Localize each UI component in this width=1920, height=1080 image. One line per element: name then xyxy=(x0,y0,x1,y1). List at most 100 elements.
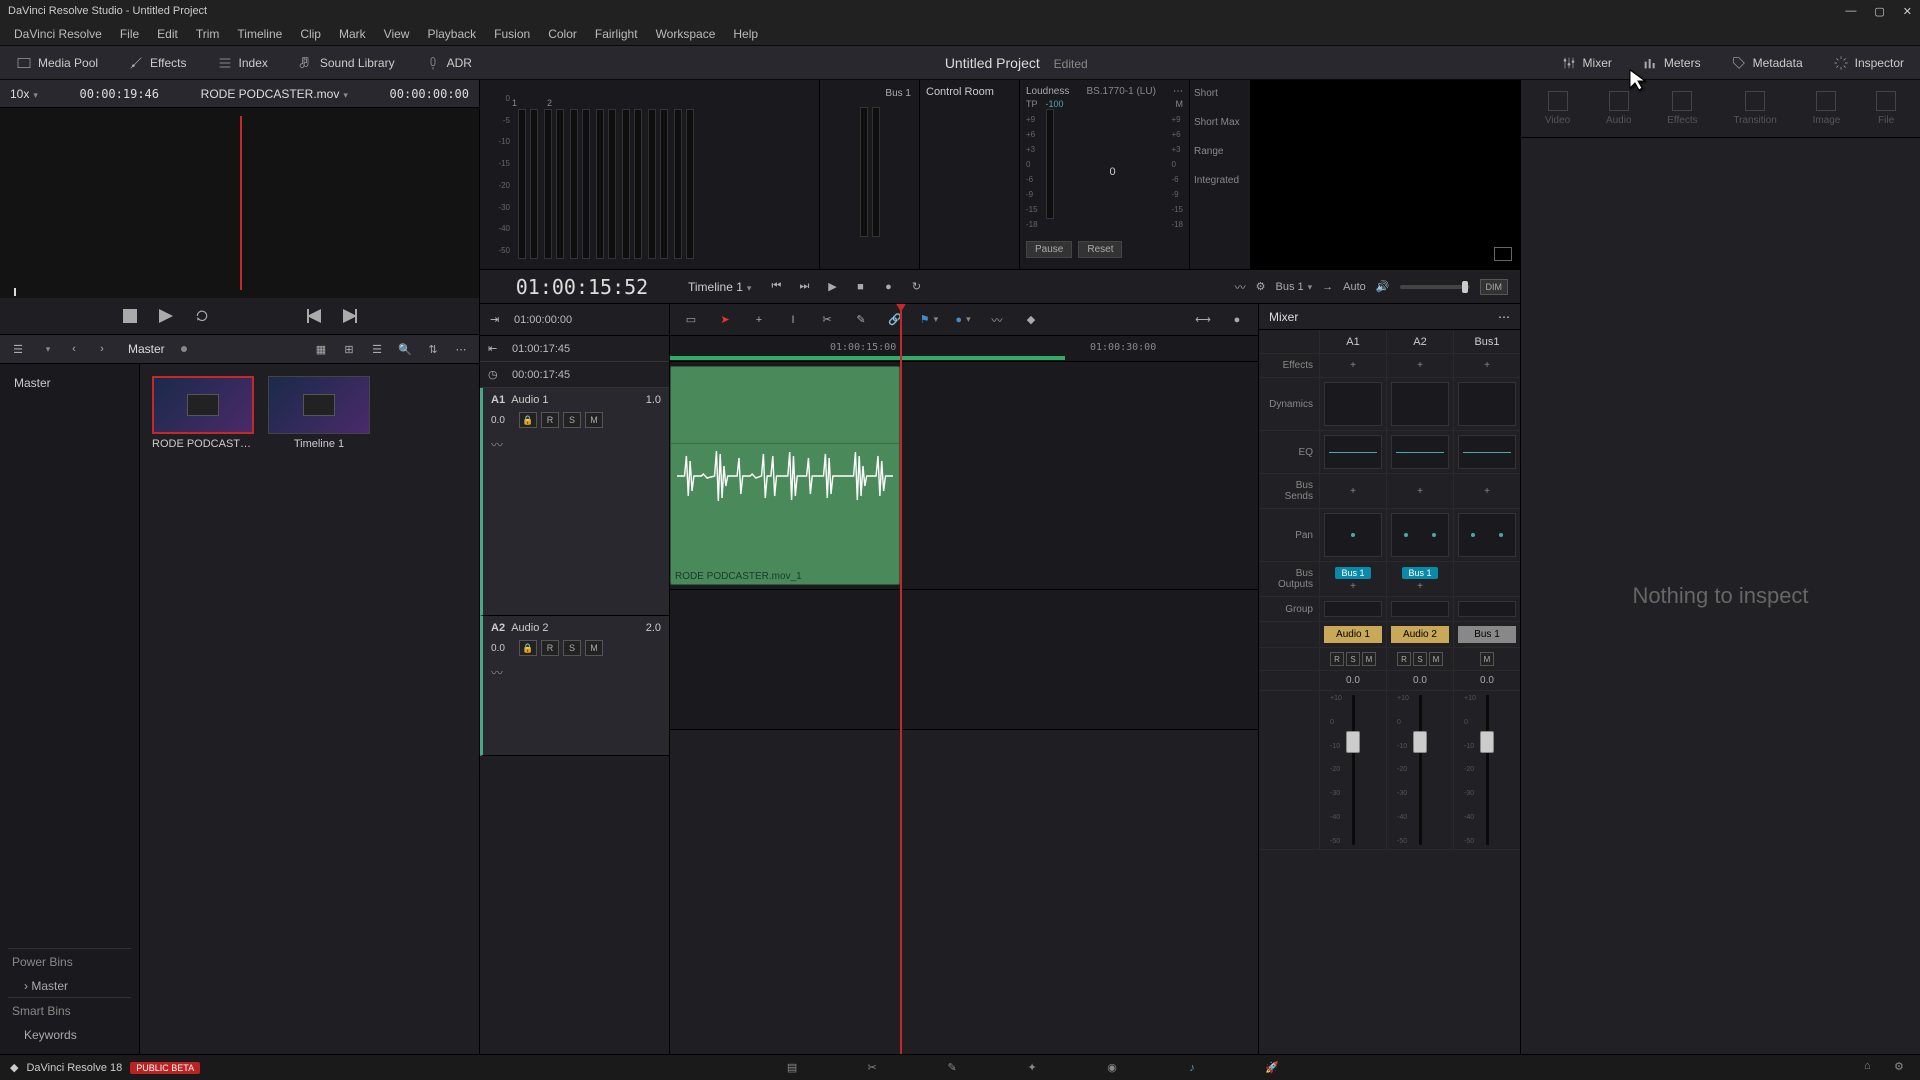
add-bus-button[interactable]: + xyxy=(1350,581,1356,592)
settings-icon[interactable]: ⚙ xyxy=(1894,1060,1910,1076)
add-send-button[interactable]: + xyxy=(1417,486,1423,497)
speaker-icon[interactable]: 🔊 xyxy=(1376,280,1390,293)
inspector-tab-effects[interactable]: Effects xyxy=(1667,91,1697,126)
fader-gain[interactable]: 0.0 xyxy=(1386,671,1453,691)
menu-item[interactable]: DaVinci Resolve xyxy=(6,24,110,44)
mute-button[interactable]: M xyxy=(1480,652,1494,666)
meters-button[interactable]: Meters xyxy=(1634,51,1709,75)
monitor-bus[interactable]: Bus 1 xyxy=(1275,281,1312,293)
add-effect-button[interactable]: + xyxy=(1484,360,1490,371)
channel-fader[interactable]: +100-10-20-30-40-50 xyxy=(1458,695,1516,845)
dim-button[interactable]: DIM xyxy=(1480,279,1509,295)
menu-item[interactable]: Workspace xyxy=(648,24,724,44)
mixer-track-name[interactable]: Bus 1 xyxy=(1458,626,1516,643)
loudness-pause-button[interactable]: Pause xyxy=(1026,241,1072,258)
play-icon[interactable] xyxy=(156,306,176,326)
dynamics-slot[interactable] xyxy=(1324,382,1382,426)
audio-clip[interactable]: RODE PODCASTER.mov_1 xyxy=(670,366,900,585)
timeline-timecode[interactable]: 01:00:15:52 xyxy=(492,275,672,299)
dynamics-slot[interactable] xyxy=(1458,382,1516,426)
automation-icon[interactable]: 〰 xyxy=(1235,279,1246,295)
transient-tool-icon[interactable]: 〰 xyxy=(988,311,1006,329)
record-icon[interactable]: ● xyxy=(879,278,897,296)
track-header-a1[interactable]: A1 Audio 11.0 0.0 🔒 R S M 〰 xyxy=(480,388,669,616)
bin-menu-icon[interactable]: ⋯ xyxy=(451,339,471,359)
timeline-selector[interactable]: Timeline 1 xyxy=(688,280,751,294)
home-icon[interactable]: ⌂ xyxy=(1864,1060,1880,1076)
fader-gain[interactable]: 0.0 xyxy=(1319,671,1386,691)
lock-icon[interactable]: 🔒 xyxy=(519,412,537,428)
group-slot[interactable] xyxy=(1458,601,1516,617)
sound-library-button[interactable]: Sound Library xyxy=(290,51,403,75)
inspector-tab-image[interactable]: Image xyxy=(1813,91,1841,126)
bin-dropdown-icon[interactable] xyxy=(36,339,56,359)
effects-button[interactable]: Effects xyxy=(120,51,194,75)
marker-color-icon[interactable]: ● xyxy=(954,311,972,329)
record-arm-button[interactable]: R xyxy=(541,412,559,428)
tc-go-start-icon[interactable]: ⇥ xyxy=(490,313,504,326)
inspector-tab-transition[interactable]: Transition xyxy=(1733,91,1777,126)
bus-output-chip[interactable]: Bus 1 xyxy=(1402,567,1437,579)
draw-tool-icon[interactable]: ✎ xyxy=(852,311,870,329)
page-edit-icon[interactable]: ✎ xyxy=(942,1058,962,1078)
add-bus-button[interactable]: + xyxy=(1417,581,1423,592)
fast-forward-icon[interactable]: ⏭ xyxy=(795,278,813,296)
menu-item[interactable]: View xyxy=(376,24,418,44)
menu-item[interactable]: Playback xyxy=(419,24,484,44)
index-button[interactable]: Index xyxy=(209,51,276,75)
bin-master[interactable]: Master xyxy=(8,372,131,394)
eq-slot[interactable] xyxy=(1391,435,1449,469)
add-send-button[interactable]: + xyxy=(1350,486,1356,497)
zoom-slider-icon[interactable]: ● xyxy=(1228,311,1246,329)
loop-icon[interactable] xyxy=(192,306,212,326)
menu-item[interactable]: Timeline xyxy=(229,24,290,44)
maximize-icon[interactable]: ▢ xyxy=(1874,5,1884,18)
inspector-tab-file[interactable]: File xyxy=(1876,91,1896,126)
loop-icon[interactable]: ↻ xyxy=(907,278,925,296)
dynamics-slot[interactable] xyxy=(1391,382,1449,426)
menu-item[interactable]: Edit xyxy=(149,24,186,44)
loudness-reset-button[interactable]: Reset xyxy=(1078,241,1122,258)
solo-button[interactable]: S xyxy=(563,640,581,656)
pip-icon[interactable] xyxy=(1494,247,1512,261)
range-tool-icon[interactable]: ▭ xyxy=(682,311,700,329)
tc-go-end-icon[interactable]: ⇤ xyxy=(488,342,502,355)
menu-item[interactable]: File xyxy=(112,24,147,44)
page-media-icon[interactable]: ▤ xyxy=(782,1058,802,1078)
pan-control[interactable] xyxy=(1458,513,1516,557)
media-pool-button[interactable]: Media Pool xyxy=(8,51,106,75)
source-playhead[interactable] xyxy=(240,116,242,290)
mixer-channel-a1[interactable]: A1 xyxy=(1319,330,1386,354)
page-cut-icon[interactable]: ✂ xyxy=(862,1058,882,1078)
add-effect-button[interactable]: + xyxy=(1417,360,1423,371)
mute-button[interactable]: M xyxy=(1429,652,1443,666)
bin-clip[interactable]: RODE PODCASTE... xyxy=(152,376,254,450)
tc-duration-icon[interactable]: ◷ xyxy=(488,368,502,381)
mixer-menu-icon[interactable]: ⋯ xyxy=(1498,310,1510,324)
record-arm-button[interactable]: R xyxy=(541,640,559,656)
track-gain[interactable]: 0.0 xyxy=(491,415,515,426)
solo-button[interactable]: S xyxy=(563,412,581,428)
next-icon[interactable] xyxy=(340,306,360,326)
razor-tool-icon[interactable]: ✂ xyxy=(818,311,836,329)
channel-fader[interactable]: +100-10-20-30-40-50 xyxy=(1391,695,1449,845)
mixer-track-name[interactable]: Audio 2 xyxy=(1391,626,1449,643)
track-lane-a2[interactable] xyxy=(670,590,1258,730)
metadata-button[interactable]: Metadata xyxy=(1723,51,1811,75)
group-slot[interactable] xyxy=(1324,601,1382,617)
menu-item[interactable]: Clip xyxy=(292,24,329,44)
record-arm-button[interactable]: R xyxy=(1330,652,1344,666)
menu-item[interactable]: Help xyxy=(725,24,766,44)
menu-item[interactable]: Mark xyxy=(331,24,374,44)
bin-prev-icon[interactable]: ‹ xyxy=(64,339,84,359)
text-tool-icon[interactable]: I xyxy=(784,311,802,329)
menu-item[interactable]: Fairlight xyxy=(587,24,646,44)
track-gain[interactable]: 0.0 xyxy=(491,643,515,654)
view-thumbnail-icon[interactable]: ▦ xyxy=(311,339,331,359)
snap-icon[interactable]: ◆ xyxy=(1022,311,1040,329)
view-list-icon[interactable]: ☰ xyxy=(367,339,387,359)
channel-fader[interactable]: +100-10-20-30-40-50 xyxy=(1324,695,1382,845)
menu-item[interactable]: Color xyxy=(540,24,585,44)
stop-icon[interactable] xyxy=(120,306,140,326)
power-bin-master[interactable]: › Master xyxy=(8,975,131,997)
